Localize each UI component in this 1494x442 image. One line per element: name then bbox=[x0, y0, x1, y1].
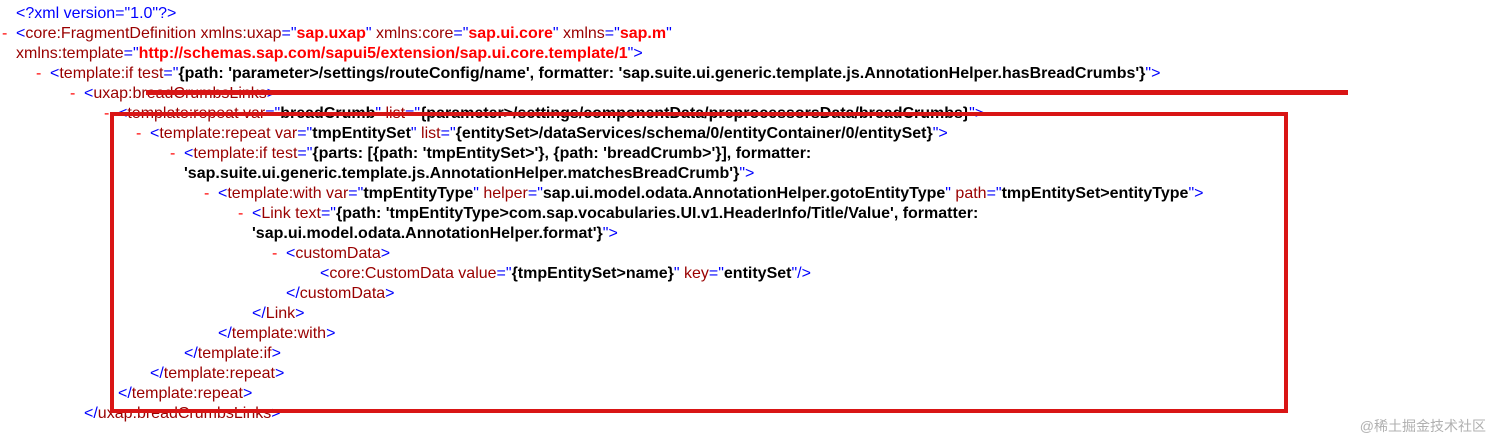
xml-token: template:if bbox=[59, 65, 134, 82]
watermark: @稀土掘金技术社区 bbox=[1359, 418, 1486, 434]
collapse-toggle[interactable]: - bbox=[70, 84, 75, 104]
xml-token: "> bbox=[627, 45, 643, 62]
xml-token: < bbox=[50, 65, 60, 82]
xml-token: < bbox=[16, 25, 26, 42]
xml-token: xmlns bbox=[558, 25, 605, 42]
xml-line-content: <template:if test="{path: 'parameter>/se… bbox=[50, 64, 1160, 84]
xml-token: http://schemas.sap.com/sapui5/extension/… bbox=[138, 45, 628, 62]
xml-token: " bbox=[666, 25, 672, 42]
xml-token: =" bbox=[163, 65, 179, 82]
collapse-toggle[interactable]: - bbox=[36, 64, 41, 84]
highlight-box bbox=[110, 112, 1288, 413]
collapse-toggle[interactable]: - bbox=[104, 104, 109, 124]
xml-line-content: <?xml version="1.0"?> bbox=[16, 4, 176, 24]
xml-token: test bbox=[133, 65, 164, 82]
xml-token: < bbox=[84, 85, 94, 102]
highlight-underline bbox=[146, 90, 1348, 95]
xml-line-content: <core:FragmentDefinition xmlns:uxap="sap… bbox=[16, 24, 672, 44]
xml-line-content: xmlns:template="http://schemas.sap.com/s… bbox=[16, 44, 643, 64]
xml-token: "> bbox=[1145, 65, 1161, 82]
xml-token: sap.ui.core bbox=[468, 25, 553, 42]
xml-token: =" bbox=[281, 25, 297, 42]
xml-token: </ bbox=[84, 405, 98, 422]
xml-token: =" bbox=[123, 45, 139, 62]
xml-token: {path: 'parameter>/settings/routeConfig/… bbox=[178, 65, 1146, 82]
xml-token: sap.uxap bbox=[296, 25, 366, 42]
xml-token: sap.m bbox=[619, 25, 667, 42]
xml-token: =" bbox=[604, 25, 620, 42]
collapse-toggle[interactable]: - bbox=[2, 24, 7, 44]
xml-token: xmlns:core bbox=[371, 25, 454, 42]
xml-token: =" bbox=[453, 25, 469, 42]
xml-token: <?xml version="1.0"?> bbox=[16, 5, 177, 22]
xml-token: core:FragmentDefinition bbox=[25, 25, 197, 42]
xml-token: xmlns:uxap bbox=[196, 25, 282, 42]
xml-token: xmlns:template bbox=[16, 45, 124, 62]
